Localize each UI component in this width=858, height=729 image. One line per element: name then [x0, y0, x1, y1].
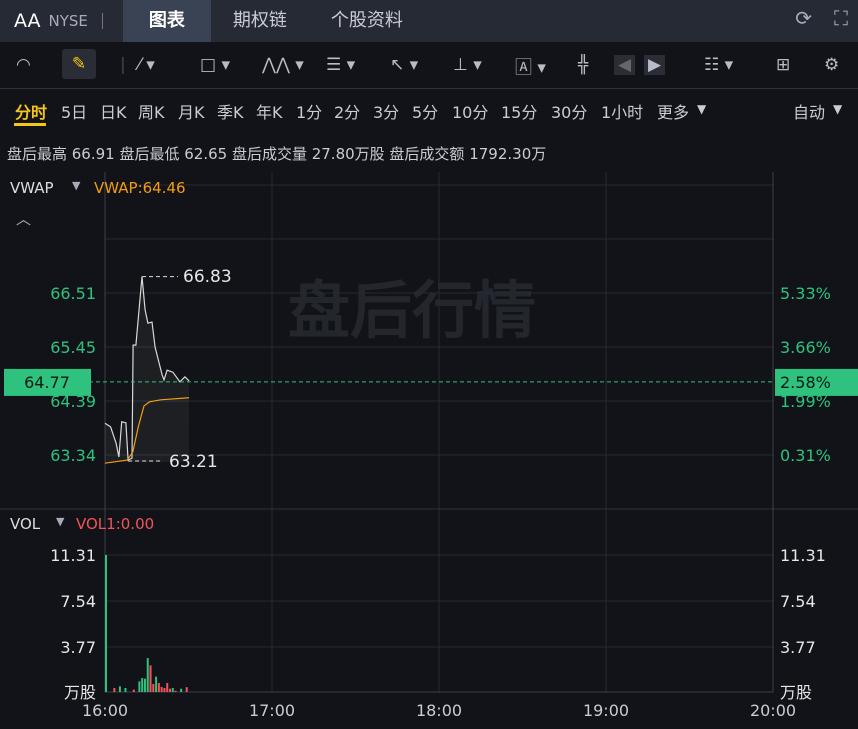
volume-bar	[163, 688, 166, 692]
x-tick: 19:00	[583, 701, 629, 720]
chart-canvas[interactable]: 盘后行情 66.83 63.21 66.51 5.33% 65.45 3.66% 64.39…	[0, 0, 858, 729]
vol-tick-left: 7.54	[60, 592, 96, 611]
volume-bar	[155, 676, 158, 692]
volume-bar	[146, 658, 149, 692]
x-tick: 17:00	[249, 701, 295, 720]
volume-bar	[113, 688, 116, 692]
volume-bar	[105, 555, 107, 692]
volume-bar	[149, 665, 152, 692]
volume-bar	[118, 686, 121, 692]
vol-unit-left: 万股	[64, 683, 96, 702]
vol-tick-right: 11.31	[780, 546, 826, 565]
volume-bar	[185, 687, 188, 692]
x-tick: 18:00	[416, 701, 462, 720]
price-area	[105, 276, 190, 463]
low-label: 63.21	[169, 452, 218, 472]
left-price-tick: 65.45	[50, 338, 96, 357]
vol-unit-right: 万股	[780, 683, 812, 702]
volume-bar	[143, 678, 146, 692]
volume-bar	[157, 683, 160, 692]
current-pct-label: 2.58%	[780, 373, 831, 392]
x-tick: 20:00	[750, 701, 796, 720]
vol-value: VOL1:0.00	[76, 515, 155, 533]
right-pct-tick: 0.31%	[780, 446, 831, 465]
volume-bar	[132, 689, 135, 692]
volume-bar	[160, 687, 163, 692]
vol-tick-right: 3.77	[780, 638, 816, 657]
vol-tick-left: 3.77	[60, 638, 96, 657]
vol-tick-right: 7.54	[780, 592, 816, 611]
volume-bar	[124, 688, 127, 692]
indicator-vol[interactable]: VOL	[10, 515, 40, 533]
right-pct-tick: 5.33%	[780, 284, 831, 303]
left-price-tick: 63.34	[50, 446, 96, 465]
volume-bar	[166, 683, 169, 692]
volume-bar	[171, 688, 174, 692]
volume-bar	[180, 688, 183, 692]
indicator-dropdown-icon[interactable]: ▼	[72, 179, 80, 192]
volume-bar	[152, 684, 155, 692]
volume-bar	[141, 678, 144, 692]
right-pct-tick: 1.99%	[780, 392, 831, 411]
high-label: 66.83	[183, 267, 232, 287]
current-price-label: 64.77	[24, 373, 70, 392]
vol-dropdown-icon[interactable]: ▼	[56, 515, 64, 528]
volume-bar	[138, 681, 141, 692]
volume-bar	[169, 688, 172, 692]
left-price-tick: 64.39	[50, 392, 96, 411]
collapse-icon[interactable]: ︿	[16, 208, 31, 229]
x-tick: 16:00	[82, 701, 128, 720]
volume-bar	[174, 690, 177, 692]
watermark: 盘后行情	[288, 274, 536, 347]
right-pct-tick: 3.66%	[780, 338, 831, 357]
vol-tick-left: 11.31	[50, 546, 96, 565]
vwap-value: VWAP:64.46	[94, 179, 186, 197]
indicator-vwap[interactable]: VWAP	[10, 179, 54, 197]
left-price-tick: 66.51	[50, 284, 96, 303]
